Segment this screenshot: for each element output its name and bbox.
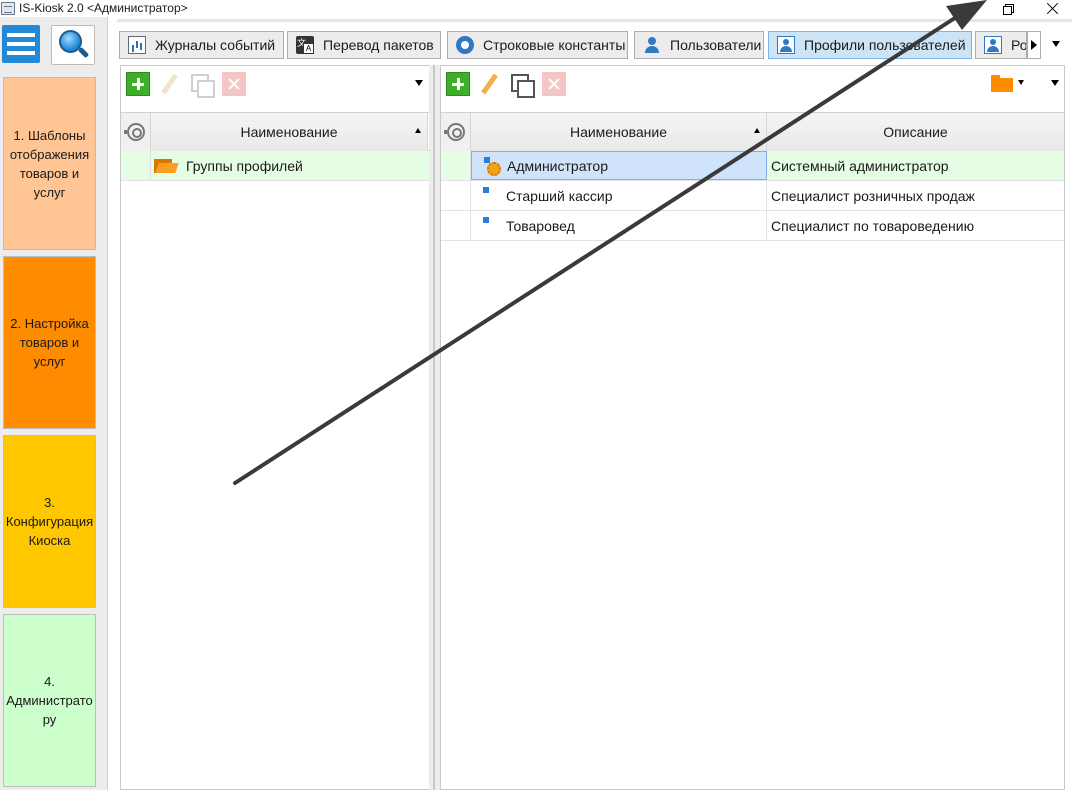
tab-scroll-right-button[interactable] [1027,31,1041,59]
chevron-right-icon [1031,40,1037,50]
sidebar-tile-label: 3. Конфигурация Киоска [5,495,94,548]
row-name: Товаровед [506,217,575,234]
tab-label: Строковые константы [483,37,626,53]
left-toolbar-dropdown[interactable] [415,80,423,86]
add-button[interactable] [446,72,470,96]
column-header-name[interactable]: Наименование [471,113,767,151]
minimize-button[interactable] [939,0,985,17]
column-header-description[interactable]: Описание [767,113,1064,151]
copy-button[interactable] [189,72,215,98]
pane-splitter[interactable] [429,65,440,790]
tab-event-logs[interactable]: Журналы событий [119,31,284,59]
gear-icon [456,36,474,54]
tab-label: Пользователи [670,37,762,53]
profile-bullet-icon [483,186,491,200]
tab-roles[interactable]: Ро [975,31,1027,59]
user-icon [643,36,661,54]
tab-label: Журналы событий [155,37,276,53]
tab-package-translation[interactable]: Перевод пакетов [287,31,441,59]
gear-icon [443,123,474,141]
close-icon [1047,3,1058,14]
title-bar: IS-Kiosk 2.0 <Администратор> [0,0,1076,17]
tab-bar: Журналы событий Перевод пакетов Строковы… [117,29,1076,59]
row-description: Системный администратор [771,157,949,174]
profile-icon [984,36,1002,54]
user-profiles-grid: Наименование Описание Администратор Сист… [441,112,1064,241]
table-row[interactable]: Администратор Системный администратор [441,151,1064,181]
sidebar-tile-label: 2. Настройка товаров и услуг [10,316,89,369]
admin-profile-icon [484,156,501,176]
column-settings-button[interactable] [121,113,154,151]
table-row[interactable]: Группы профилей [121,151,430,181]
add-button[interactable] [126,72,150,96]
edit-button[interactable] [477,72,501,96]
grid-header: Наименование Описание [441,112,1064,151]
search-button[interactable] [51,25,95,65]
sidebar-tile-label: 1. Шаблоны отображения товаров и услуг [9,127,90,200]
table-row[interactable]: Товаровед Специалист по товароведению [441,211,1064,241]
tab-label: Перевод пакетов [323,37,434,53]
hamburger-icon [7,33,35,37]
restore-button[interactable] [984,0,1030,17]
row-name: Старший кассир [506,187,613,204]
main-area: Журналы событий Перевод пакетов Строковы… [117,17,1076,790]
sort-ascending-icon [415,128,421,133]
tab-label: Ро [1011,37,1027,53]
sidebar-tile-label: 4. Администрато ру [6,674,93,727]
right-toolbar [441,66,1064,106]
sidebar-tile-kiosk-config[interactable]: 3. Конфигурация Киоска [3,435,96,608]
close-button[interactable] [1029,0,1075,17]
delete-button[interactable] [542,72,566,96]
copy-button[interactable] [509,72,535,98]
table-row[interactable]: Старший кассир Специалист розничных прод… [441,181,1064,211]
window-title: IS-Kiosk 2.0 <Администратор> [19,1,188,15]
sidebar-tile-administration[interactable]: 4. Администрато ру [3,614,96,787]
row-name: Группы профилей [186,157,303,174]
tab-label: Профили пользователей [804,37,966,53]
menu-button[interactable] [2,25,40,63]
folder-icon[interactable] [991,74,1015,92]
journal-icon [128,36,146,54]
tab-user-profiles[interactable]: Профили пользователей [768,31,972,59]
top-strip [117,19,1072,22]
sidebar-tile-goods-settings[interactable]: 2. Настройка товаров и услуг [3,256,96,429]
tab-users[interactable]: Пользователи [634,31,764,59]
app-icon [1,2,15,15]
profile-groups-grid: Наименование Группы профилей [121,112,430,181]
profile-icon [777,36,795,54]
left-toolbar [121,66,430,106]
delete-button[interactable] [222,72,246,96]
profile-bullet-icon [483,216,491,230]
minimize-icon [957,8,967,9]
restore-icon [1002,4,1014,15]
grid-header: Наименование [121,112,430,151]
user-profiles-pane: Наименование Описание Администратор Сист… [440,65,1065,790]
right-toolbar-dropdown[interactable] [1051,80,1059,86]
folder-open-icon [154,157,178,174]
gear-icon [123,123,154,141]
sidebar-tile-display-templates[interactable]: 1. Шаблоны отображения товаров и услуг [3,77,96,250]
column-header-name[interactable]: Наименование [151,113,428,151]
sidebar: 1. Шаблоны отображения товаров и услуг 2… [0,17,108,790]
folder-dropdown[interactable] [1018,80,1024,85]
chevron-down-icon [1052,41,1060,47]
row-description: Специалист розничных продаж [771,187,975,204]
row-description: Специалист по товароведению [771,217,975,234]
translate-icon [296,36,314,54]
tab-string-constants[interactable]: Строковые константы [447,31,628,59]
sort-ascending-icon [754,128,760,133]
column-settings-button[interactable] [441,113,474,151]
tab-list-dropdown[interactable] [1049,37,1063,51]
profile-groups-pane: Наименование Группы профилей [120,65,431,790]
row-name: Администратор [507,157,609,174]
edit-button[interactable] [157,72,181,96]
